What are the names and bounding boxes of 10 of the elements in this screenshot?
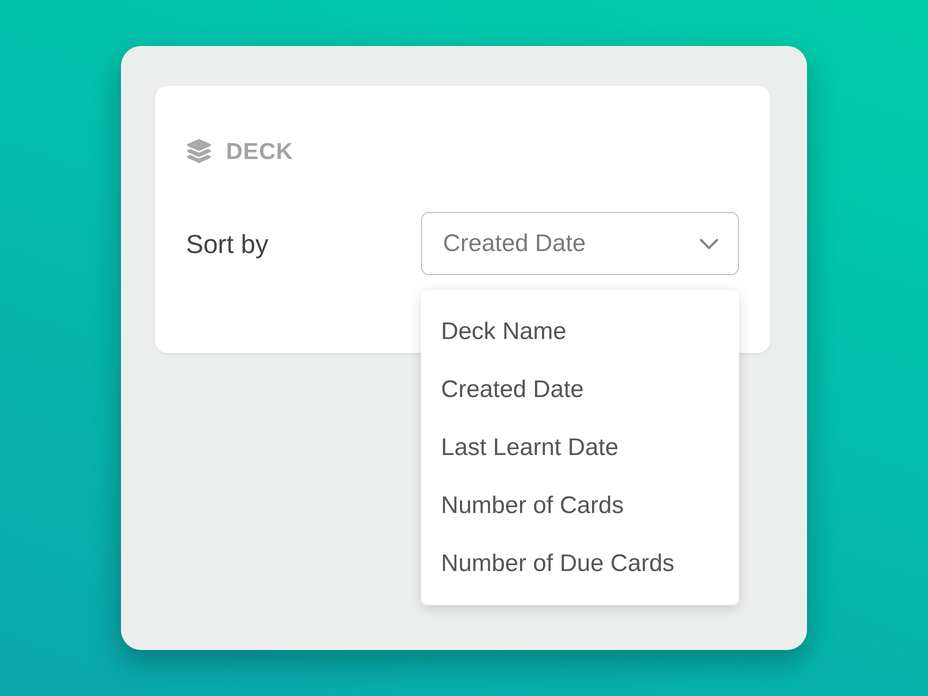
section-title: DECK xyxy=(226,140,294,162)
sort-option[interactable]: Last Learnt Date xyxy=(421,419,739,477)
sort-option[interactable]: Number of Due Cards xyxy=(421,535,739,593)
sort-option[interactable]: Number of Cards xyxy=(421,477,739,535)
sort-option[interactable]: Deck Name xyxy=(421,303,739,361)
layers-icon xyxy=(186,139,212,163)
sort-label: Sort by xyxy=(186,230,268,256)
sort-option[interactable]: Created Date xyxy=(421,361,739,419)
chevron-down-icon xyxy=(699,238,719,250)
sort-select[interactable]: Created Date xyxy=(421,212,739,275)
